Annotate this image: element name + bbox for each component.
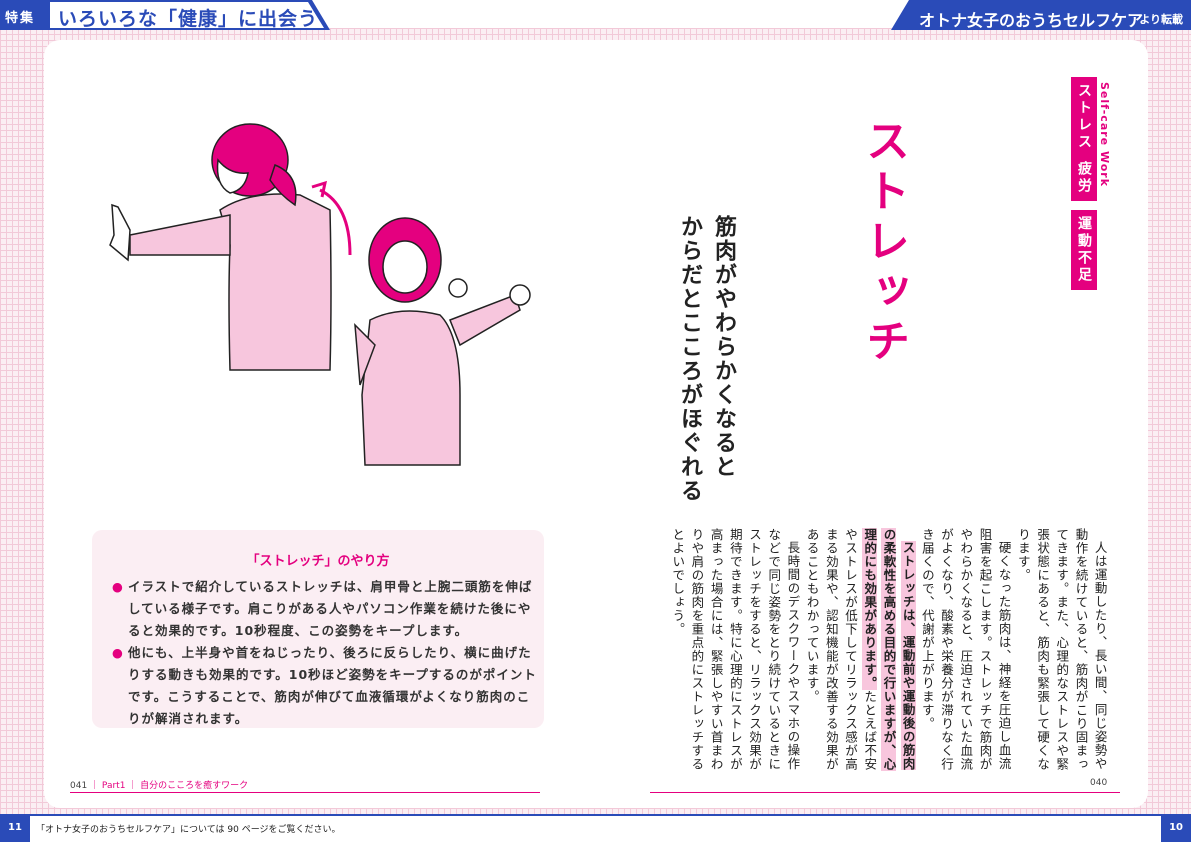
footer-left: 041 ｜ Part1 ｜ 自分のこころを癒すワーク: [70, 778, 248, 791]
body-paragraph-1: 人は運動したり、長い間、同じ姿勢や動作を続けていると、筋肉がこり固まってきます。…: [1015, 528, 1108, 771]
tag-fatigue: 疲労: [1071, 155, 1097, 201]
feature-title: いろいろな「健康」に出会う: [58, 8, 319, 30]
magazine-page-right: 10: [1169, 822, 1183, 833]
footer-rule-right: [650, 792, 1120, 793]
tips-title: 「ストレッチ」のやり方: [246, 554, 390, 569]
article-title: ストレッチ: [858, 118, 909, 368]
tips-box: 「ストレッチ」のやり方 ● イラストで紹介しているストレッチは、肩甲骨と上腕二頭筋…: [92, 530, 544, 728]
bottom-rule: [30, 814, 1161, 816]
section-label: Self-care Work: [1098, 82, 1111, 188]
subtitle-line-1: 筋肉がやわらかくなると: [711, 215, 736, 479]
source-suffix: より転載: [1139, 13, 1183, 26]
article-subtitle: 筋肉がやわらかくなると からだとこころがほぐれる: [672, 215, 740, 505]
body-paragraph-2: 硬くなった筋肉は、神経を圧迫し血流阻害を起こします。ストレッチで筋肉がやわらかく…: [919, 528, 1012, 771]
arrow-head: [311, 180, 328, 198]
tips-item-2: ● 他にも、上半身や首をねじったり、後ろに反らしたり、横に曲げたりする動きも効果的…: [112, 642, 543, 730]
magazine-page-left: 11: [8, 822, 22, 833]
bottom-bar: 11 10 「オトナ女子のおうちセルフケア」については 90 ページをご覧くださ…: [0, 814, 1191, 842]
footer-section: ｜ Part1 ｜ 自分のこころを癒すワーク: [90, 781, 249, 791]
article-body: 人は運動したり、長い間、同じ姿勢や動作を続けていると、筋肉がこり固まってきます。…: [668, 528, 1110, 778]
bullet-icon: ●: [112, 645, 124, 660]
subtitle-line-2: からだとこころがほぐれる: [677, 215, 702, 503]
stretch-illustration: [109, 123, 531, 466]
tips-item-1: ● イラストで紹介しているストレッチは、肩甲骨と上腕二頭筋を伸ばしている様子です。…: [112, 576, 543, 642]
bullet-icon: ●: [112, 579, 124, 594]
tips-item-1-text: イラストで紹介しているストレッチは、肩甲骨と上腕二頭筋を伸ばしている様子です。肩…: [128, 579, 533, 638]
footer-rule-left: [70, 792, 540, 793]
tag-stress: ストレス: [1071, 77, 1097, 157]
page-number-right: 040: [1090, 778, 1108, 788]
body-paragraph-4: 長時間のデスクワークやスマホの操作などで同じ姿勢をとり続けているときにストレッチ…: [670, 528, 801, 771]
body-paragraph-3: ストレッチは、運動前や運動後の筋肉の柔軟性を高める目的で行いますが、心理的にも効…: [802, 528, 917, 778]
reference-note: 「オトナ女子のおうちセルフケア」については 90 ページをご覧ください。: [36, 825, 341, 835]
feature-tag: 特集: [5, 11, 36, 26]
tips-item-2-text: 他にも、上半身や首をねじったり、後ろに反らしたり、横に曲げたりする動きも効果的で…: [128, 645, 537, 726]
woman-front-figure: [354, 217, 531, 466]
source-title: オトナ女子のおうちセルフケア: [918, 11, 1143, 30]
tag-lack-of-exercise: 運動不足: [1071, 210, 1097, 290]
page-number-left: 041: [70, 781, 88, 791]
woman-back-figure: [109, 123, 332, 371]
top-header: 特集 いろいろな「健康」に出会う オトナ女子のおうちセルフケア より転載: [0, 0, 1191, 30]
